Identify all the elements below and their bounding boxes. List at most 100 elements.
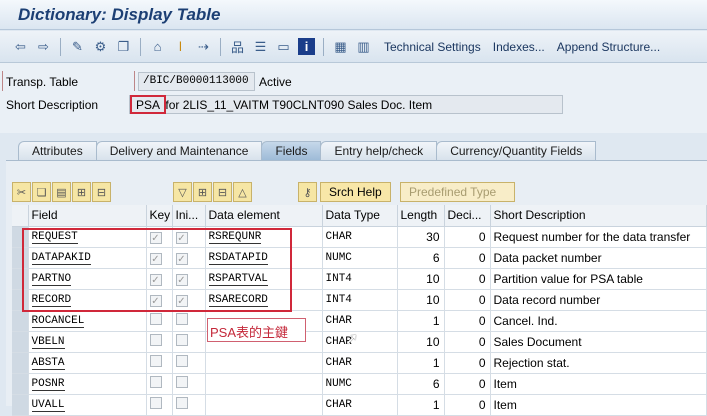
initial-cell[interactable] bbox=[172, 394, 206, 416]
initial-cell[interactable] bbox=[172, 310, 206, 332]
initial-checkbox[interactable] bbox=[175, 397, 188, 409]
object-list-icon[interactable]: ▭ bbox=[275, 38, 292, 55]
field-name[interactable]: UVALL bbox=[31, 398, 65, 412]
initial-checkbox[interactable] bbox=[175, 334, 188, 346]
indexes-button[interactable]: Indexes... bbox=[493, 40, 545, 54]
delete-row-icon[interactable]: ⊟ bbox=[92, 182, 111, 202]
initial-cell[interactable] bbox=[172, 331, 206, 353]
key-cell[interactable] bbox=[146, 310, 173, 332]
row-selector[interactable] bbox=[12, 352, 29, 374]
page-title: Dictionary: Display Table bbox=[18, 5, 221, 24]
technical-settings-button[interactable]: Technical Settings bbox=[384, 40, 481, 54]
initial-checkbox[interactable] bbox=[175, 355, 188, 367]
expand-subtree-icon[interactable]: ⊞ bbox=[193, 182, 212, 202]
data-type-cell: CHAR bbox=[322, 310, 398, 332]
data-type-cell: NUMC bbox=[322, 247, 398, 269]
collapse-icon[interactable]: △ bbox=[233, 182, 252, 202]
table-row[interactable]: ABSTA CHAR 1 0 Rejection stat. bbox=[12, 352, 707, 374]
hierarchy-icon[interactable]: 品 bbox=[229, 38, 246, 55]
insert-row-icon[interactable]: ⊞ bbox=[72, 182, 91, 202]
key-checkbox[interactable] bbox=[149, 355, 162, 367]
active-inactive-icon[interactable]: ⚙ bbox=[92, 38, 109, 55]
select-all-cell[interactable] bbox=[12, 205, 29, 227]
field-name-cell[interactable]: POSNR bbox=[28, 373, 147, 395]
info-icon[interactable]: ǀ bbox=[172, 38, 189, 55]
table-header: Field Key Ini... Data element Data Type … bbox=[12, 205, 707, 227]
row-selector[interactable] bbox=[12, 331, 29, 353]
back-icon[interactable]: ⇦ bbox=[12, 38, 29, 55]
layout-icon[interactable]: ▦ bbox=[332, 38, 349, 55]
collapse-subtree-icon[interactable]: ⊟ bbox=[213, 182, 232, 202]
table-row[interactable]: ROCANCEL CHAR 1 0 Cancel. Ind. bbox=[12, 310, 707, 332]
initial-checkbox[interactable] bbox=[175, 376, 188, 388]
append-structure-button[interactable]: Append Structure... bbox=[557, 40, 660, 54]
row-selector[interactable] bbox=[12, 394, 29, 416]
field-name[interactable]: POSNR bbox=[31, 377, 65, 391]
key-cell[interactable] bbox=[146, 394, 173, 416]
field-name-cell[interactable]: UVALL bbox=[28, 394, 147, 416]
key-toolbar: ⚷ bbox=[298, 182, 317, 202]
key-checkbox[interactable] bbox=[149, 397, 162, 409]
field-name[interactable]: ABSTA bbox=[31, 356, 65, 370]
col-decimals[interactable]: Deci... bbox=[444, 205, 491, 227]
col-data-type[interactable]: Data Type bbox=[322, 205, 398, 227]
length-cell: 10 bbox=[397, 331, 445, 353]
data-element-cell[interactable] bbox=[205, 394, 323, 416]
paste-icon[interactable]: ▤ bbox=[52, 182, 71, 202]
tab-fields[interactable]: Fields bbox=[261, 141, 322, 160]
field-name-cell[interactable]: ROCANCEL bbox=[28, 310, 147, 332]
row-selector[interactable] bbox=[12, 310, 29, 332]
key-checkbox[interactable] bbox=[149, 313, 162, 325]
table-row[interactable]: POSNR NUMC 6 0 Item bbox=[12, 373, 707, 395]
status-text: Active bbox=[259, 75, 292, 89]
key-checkbox[interactable] bbox=[149, 334, 162, 346]
col-data-element[interactable]: Data element bbox=[205, 205, 323, 227]
help-icon[interactable]: i bbox=[298, 38, 315, 55]
grid-icon[interactable]: ▥ bbox=[355, 38, 372, 55]
forward-icon[interactable]: ⇨ bbox=[35, 38, 52, 55]
col-field[interactable]: Field bbox=[28, 205, 147, 227]
navigate-icon[interactable]: ⇢ bbox=[195, 38, 212, 55]
short-description-field[interactable]: PSA for 2LIS_11_VAITM T90CLNT090 Sales D… bbox=[129, 95, 563, 114]
predefined-type-button[interactable]: Predefined Type bbox=[400, 182, 515, 202]
key-icon[interactable]: ⚷ bbox=[298, 182, 317, 202]
field-name-cell[interactable]: ABSTA bbox=[28, 352, 147, 374]
initial-checkbox[interactable] bbox=[175, 313, 188, 325]
stack-icon[interactable]: ☰ bbox=[252, 38, 269, 55]
copy-icon[interactable]: ❏ bbox=[32, 182, 51, 202]
col-key[interactable]: Key bbox=[146, 205, 173, 227]
key-checkbox[interactable] bbox=[149, 376, 162, 388]
tab-currency-quantity[interactable]: Currency/Quantity Fields bbox=[436, 141, 597, 160]
col-short-description[interactable]: Short Description bbox=[490, 205, 707, 227]
decimals-cell: 0 bbox=[444, 352, 491, 374]
cut-icon[interactable]: ✂ bbox=[12, 182, 31, 202]
tree-toolbar: ▽ ⊞ ⊟ △ bbox=[173, 182, 252, 202]
data-element-cell[interactable] bbox=[205, 373, 323, 395]
field-name[interactable]: VBELN bbox=[31, 335, 65, 349]
table-row[interactable]: UVALL CHAR 1 0 Item bbox=[12, 394, 707, 416]
decimals-cell: 0 bbox=[444, 268, 491, 290]
table-row[interactable]: VBELN CHAR 10 0 Sales Document bbox=[12, 331, 707, 353]
display-change-icon[interactable]: ✎ bbox=[69, 38, 86, 55]
tab-attributes[interactable]: Attributes bbox=[18, 141, 97, 160]
field-name-cell[interactable]: VBELN bbox=[28, 331, 147, 353]
row-selector[interactable] bbox=[12, 373, 29, 395]
table-name-field[interactable]: /BIC/B0000113000 bbox=[138, 72, 255, 91]
col-length[interactable]: Length bbox=[397, 205, 445, 227]
field-name[interactable]: ROCANCEL bbox=[31, 314, 85, 328]
initial-cell[interactable] bbox=[172, 373, 206, 395]
col-initial[interactable]: Ini... bbox=[172, 205, 206, 227]
srch-help-button[interactable]: Srch Help bbox=[320, 182, 391, 202]
initial-cell[interactable] bbox=[172, 352, 206, 374]
other-object-icon[interactable]: ❐ bbox=[115, 38, 132, 55]
tab-entry-help[interactable]: Entry help/check bbox=[320, 141, 438, 160]
expand-icon[interactable]: ▽ bbox=[173, 182, 192, 202]
decimals-cell: 0 bbox=[444, 373, 491, 395]
key-cell[interactable] bbox=[146, 331, 173, 353]
desc-label: Short Description bbox=[6, 98, 99, 112]
tab-delivery-maintenance[interactable]: Delivery and Maintenance bbox=[95, 141, 263, 160]
key-cell[interactable] bbox=[146, 352, 173, 374]
key-cell[interactable] bbox=[146, 373, 173, 395]
where-used-icon[interactable]: ⌂ bbox=[149, 38, 166, 55]
data-element-cell[interactable] bbox=[205, 352, 323, 374]
